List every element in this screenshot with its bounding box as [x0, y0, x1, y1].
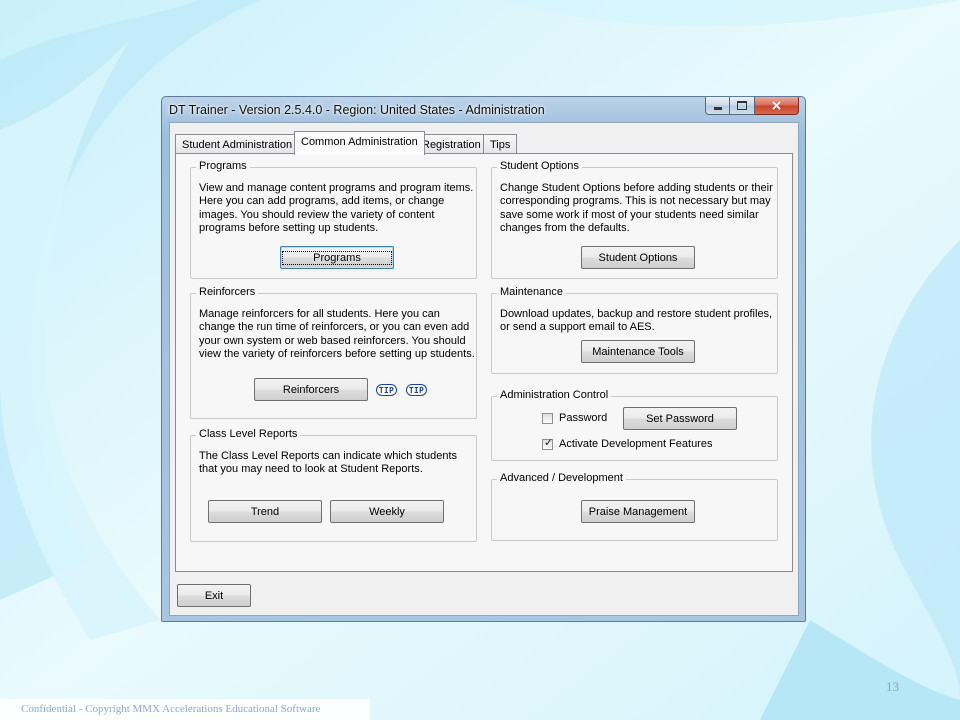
trend-button[interactable]: Trend	[208, 500, 322, 523]
advanced-development-group-title: Advanced / Development	[497, 472, 626, 484]
programs-group: Programs View and manage content program…	[190, 160, 477, 279]
programs-description: View and manage content programs and pro…	[199, 182, 474, 234]
reinforcers-button[interactable]: Reinforcers	[254, 378, 368, 401]
reinforcers-group-title: Reinforcers	[196, 286, 259, 298]
slide-number: 13	[886, 679, 899, 694]
reinforcers-group: Reinforcers Manage reinforcers for all s…	[190, 286, 477, 419]
student-options-group-title: Student Options	[497, 160, 582, 172]
tab-tips[interactable]: Tips	[483, 134, 518, 154]
window-controls: ×	[705, 97, 799, 116]
window-title: DT Trainer - Version 2.5.4.0 - Region: U…	[169, 103, 545, 117]
class-level-reports-description: The Class Level Reports can indicate whi…	[199, 450, 458, 476]
development-features-checkbox[interactable]: ✓	[542, 435, 554, 450]
class-level-reports-group: Class Level Reports The Class Level Repo…	[190, 428, 477, 542]
reinforcers-description: Manage reinforcers for all students. Her…	[199, 308, 475, 360]
password-checkbox-label: Password	[559, 412, 608, 424]
minimize-button[interactable]	[705, 97, 730, 115]
tab-student-administration[interactable]: Student Administration	[175, 134, 300, 154]
reinforcers-tip-icon-2[interactable]: TIP	[406, 384, 427, 396]
maintenance-description: Download updates, backup and restore stu…	[500, 308, 773, 334]
weekly-button[interactable]: Weekly	[330, 500, 444, 523]
maximize-button[interactable]	[730, 97, 755, 115]
student-options-button[interactable]: Student Options	[581, 246, 695, 269]
password-checkbox-row[interactable]: Password	[542, 412, 607, 424]
minimize-icon	[713, 107, 722, 110]
close-button[interactable]: ×	[755, 97, 799, 115]
praise-management-button[interactable]: Praise Management	[581, 500, 695, 523]
programs-button[interactable]: Programs	[280, 246, 394, 269]
tab-registration[interactable]: Registration	[415, 134, 488, 154]
password-checkbox[interactable]	[542, 412, 553, 424]
administration-control-group: Administration Control Password Set Pass…	[491, 389, 778, 461]
window-client-area: Student Administration Common Administra…	[169, 122, 799, 616]
development-features-checkbox-row[interactable]: ✓ Activate Development Features	[542, 435, 713, 450]
app-window: DT Trainer - Version 2.5.4.0 - Region: U…	[161, 96, 806, 622]
set-password-button[interactable]: Set Password	[623, 407, 737, 430]
development-features-label: Activate Development Features	[559, 438, 713, 450]
reinforcers-tip-icon-1[interactable]: TIP	[376, 384, 397, 396]
class-level-reports-group-title: Class Level Reports	[196, 428, 301, 440]
maintenance-group-title: Maintenance	[497, 286, 566, 298]
student-options-group: Student Options Change Student Options b…	[491, 160, 778, 279]
tab-common-administration[interactable]: Common Administration	[294, 131, 425, 155]
slide-footer-text: Confidential - Copyright MMX Acceleratio…	[21, 703, 321, 715]
student-options-description: Change Student Options before adding stu…	[500, 182, 773, 234]
tab-panel-common-administration: Programs View and manage content program…	[175, 153, 793, 572]
administration-control-group-title: Administration Control	[497, 389, 612, 401]
programs-group-title: Programs	[196, 160, 250, 172]
maintenance-group: Maintenance Download updates, backup and…	[491, 286, 778, 374]
programs-button-label: Programs	[282, 250, 392, 265]
close-icon: ×	[770, 97, 783, 114]
advanced-development-group: Advanced / Development Praise Management	[491, 472, 778, 541]
exit-button[interactable]: Exit	[177, 584, 251, 607]
maximize-icon	[737, 101, 747, 110]
maintenance-tools-button[interactable]: Maintenance Tools	[581, 340, 695, 363]
checkmark-icon: ✓	[544, 435, 554, 449]
